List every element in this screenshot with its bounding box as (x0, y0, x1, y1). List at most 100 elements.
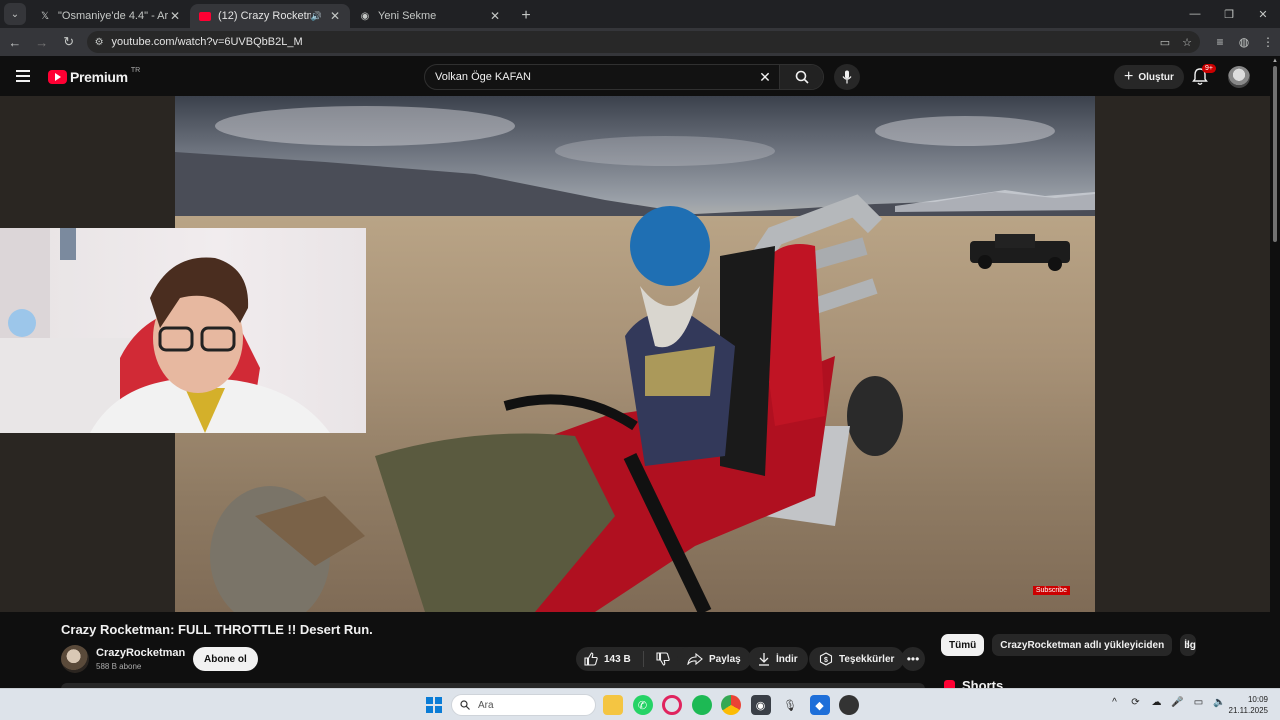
x-logo-icon: 𝕏 (40, 10, 50, 22)
clock-time: 10:09 (1247, 695, 1268, 704)
create-label: Oluştur (1138, 71, 1174, 83)
menu-icon[interactable] (16, 70, 30, 82)
chrome-icon: ◉ (360, 10, 370, 22)
search-box[interactable]: Volkan Öge KAFAN ✕ (424, 64, 824, 90)
omnibox[interactable]: ⚙ youtube.com/watch?v=6UVBQbB2L_M ▭ ☆ (86, 31, 1200, 53)
country-code: TR (130, 66, 141, 74)
thanks-button[interactable]: $ Teşekkürler (809, 647, 905, 671)
youtube-masthead: Premium TR Volkan Öge KAFAN ✕ + Oluştur … (0, 56, 1270, 96)
video-player[interactable]: Subscribe (0, 96, 1270, 612)
tray-overflow-icon[interactable]: ^ (1104, 697, 1125, 708)
minimize-icon[interactable]: — (1178, 0, 1212, 28)
scroll-up-icon[interactable]: ▲ (1272, 58, 1278, 64)
youtube-icon (198, 9, 212, 23)
like-count: 143 B (604, 653, 631, 665)
chrome-menu-icon[interactable]: ⋮ (1256, 35, 1280, 49)
opera-icon[interactable] (662, 695, 682, 715)
reading-list-icon[interactable]: ≡ (1208, 35, 1232, 49)
forward-arrow-icon[interactable]: → (30, 30, 54, 54)
taskbar-search-placeholder: Ara (478, 699, 494, 711)
close-window-icon[interactable]: ✕ (1246, 0, 1280, 28)
download-label: İndir (776, 653, 798, 665)
microphone-tray-icon[interactable]: 🎤 (1167, 697, 1188, 708)
youtube-premium-logo[interactable]: Premium TR (48, 66, 141, 85)
sync-icon[interactable]: ⟳ (1125, 697, 1146, 708)
video-title: Crazy Rocketman: FULL THROTTLE !! Desert… (61, 622, 373, 637)
bookmark-star-icon[interactable]: ☆ (1182, 36, 1192, 49)
thumbs-down-icon (656, 652, 670, 666)
windows-taskbar: Ara ✆ ◉ 🎙 ◆ ^ ⟳ ☁ 🎤 ▭ 🔈 10:09 21.11.2025 (0, 688, 1280, 720)
channel-avatar[interactable] (61, 645, 89, 673)
share-label: Paylaş (709, 653, 741, 665)
new-tab-button[interactable]: + (514, 4, 538, 28)
speaker-icon[interactable]: 🔊 (311, 11, 322, 22)
thumbs-up-icon (584, 652, 598, 666)
share-arrow-icon (687, 653, 703, 665)
channel-subscriber-count: 588 B abone (96, 662, 142, 671)
like-button[interactable]: 143 B (576, 651, 644, 667)
microphone-icon (842, 70, 852, 84)
app-blue-icon[interactable]: ◆ (809, 695, 830, 715)
taskbar-apps: ✆ ◉ 🎙 ◆ (603, 695, 869, 715)
account-avatar[interactable] (1228, 66, 1250, 88)
tab-title: (12) Crazy Rocketman: FULL (218, 10, 311, 22)
thanks-label: Teşekkürler (839, 653, 895, 665)
close-tab-icon[interactable]: ✕ (488, 9, 502, 23)
chip-from-uploader[interactable]: CrazyRocketman adlı yükleyiciden (992, 634, 1173, 656)
related-filter-chips: Tümü CrazyRocketman adlı yükleyiciden İl… (941, 634, 1197, 656)
file-explorer-icon[interactable] (603, 695, 623, 715)
search-icon (460, 700, 470, 710)
tab-title: Yeni Sekme (378, 10, 437, 22)
dislike-button[interactable] (644, 652, 682, 666)
tab-youtube[interactable]: (12) Crazy Rocketman: FULL 🔊 ✕ (190, 4, 350, 28)
chip-all[interactable]: Tümü (941, 634, 985, 656)
search-icon (795, 70, 809, 84)
search-button[interactable] (779, 65, 823, 89)
restore-icon[interactable]: ❐ (1212, 0, 1246, 28)
logo-text: Premium (70, 69, 128, 85)
download-button[interactable]: İndir (748, 647, 808, 671)
back-arrow-icon[interactable]: ← (3, 30, 27, 54)
reload-icon[interactable]: ↻ (57, 30, 81, 54)
chrome-icon[interactable] (721, 695, 741, 715)
tab-new-tab[interactable]: ◉ Yeni Sekme ✕ (350, 4, 510, 28)
share-button[interactable]: Paylaş (677, 647, 751, 671)
microphone-app-icon[interactable]: 🎙 (780, 695, 800, 715)
tab-search-button[interactable]: ⌄ (4, 3, 26, 25)
system-tray: ^ ⟳ ☁ 🎤 ▭ 🔈 (1104, 697, 1230, 708)
site-info-icon[interactable]: ⚙ (95, 37, 104, 48)
taskbar-clock[interactable]: 10:09 21.11.2025 (1228, 694, 1268, 716)
clear-search-icon[interactable]: ✕ (751, 69, 779, 86)
download-icon (758, 652, 770, 666)
windows-start-icon[interactable] (426, 697, 442, 713)
search-input[interactable]: Volkan Öge KAFAN (425, 71, 751, 83)
tab-title: "Osmaniye'de 4.4" - Arama / X (58, 10, 168, 22)
volume-icon[interactable]: 🔈 (1209, 697, 1230, 708)
camera-icon[interactable]: ◉ (750, 695, 771, 715)
channel-name[interactable]: CrazyRocketman (96, 647, 185, 659)
cloud-icon[interactable]: ☁ (1146, 697, 1167, 708)
close-tab-icon[interactable]: ✕ (328, 9, 342, 23)
taskbar-search[interactable]: Ara (451, 694, 596, 716)
url-text: youtube.com/watch?v=6UVBQbB2L_M (111, 36, 303, 48)
page-scrollbar[interactable]: ▲ (1270, 56, 1280, 688)
webcam-overlay (0, 228, 366, 433)
subscribe-watermark[interactable]: Subscribe (1032, 586, 1070, 595)
app-notification-icon[interactable] (839, 695, 859, 715)
create-button[interactable]: + Oluştur (1114, 65, 1184, 89)
more-actions-button[interactable]: ••• (901, 647, 925, 671)
notifications-button[interactable]: 9+ (1192, 64, 1216, 86)
network-icon[interactable]: ▭ (1188, 697, 1209, 708)
cast-icon[interactable]: ▭ (1160, 36, 1170, 49)
chevron-right-icon[interactable]: › (1186, 638, 1190, 652)
close-tab-icon[interactable]: ✕ (168, 9, 182, 23)
profile-icon[interactable]: ◍ (1232, 35, 1256, 49)
subscribe-button[interactable]: Abone ol (193, 647, 258, 671)
whatsapp-icon[interactable]: ✆ (632, 695, 653, 715)
scrollbar-thumb[interactable] (1273, 66, 1277, 242)
tab-x-search[interactable]: 𝕏 "Osmaniye'de 4.4" - Arama / X ✕ (30, 4, 190, 28)
spotify-icon[interactable] (691, 695, 712, 715)
voice-search-button[interactable] (834, 64, 860, 90)
browser-tab-strip: ⌄ 𝕏 "Osmaniye'de 4.4" - Arama / X ✕ (12)… (0, 0, 1280, 28)
toolbar-right: ≡ ◍ ⋮ (1208, 35, 1280, 49)
